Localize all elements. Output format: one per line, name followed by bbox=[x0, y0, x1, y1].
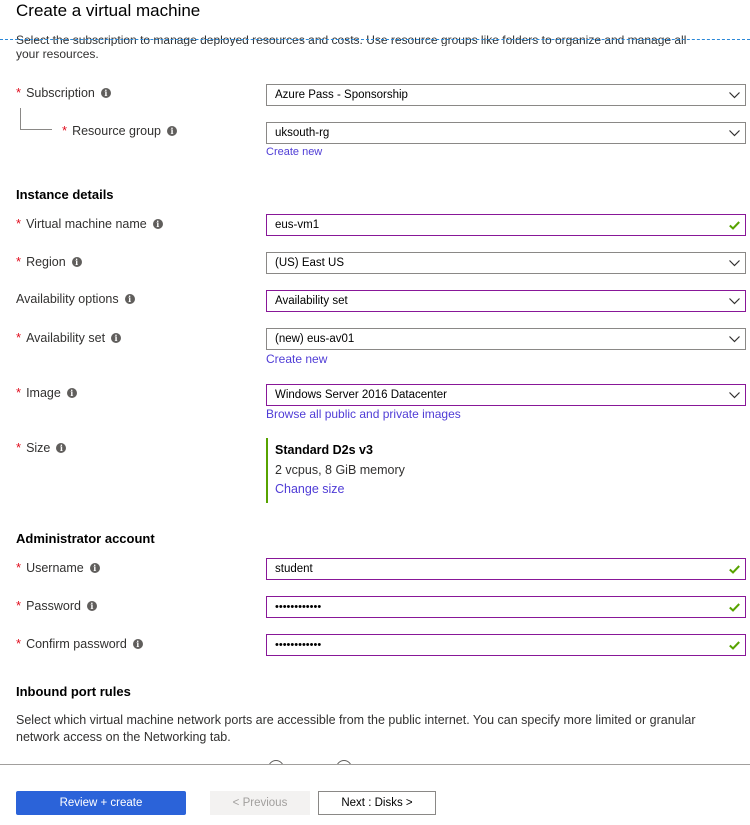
create-vm-page: Create a virtual machine Select the subs… bbox=[0, 0, 750, 825]
subscription-label: * Subscription i bbox=[16, 85, 111, 100]
region-label: * Region i bbox=[16, 254, 82, 269]
username-input[interactable]: student bbox=[266, 558, 746, 580]
required-icon: * bbox=[16, 85, 22, 100]
checkmark-icon bbox=[723, 597, 745, 617]
availability-options-value: Availability set bbox=[275, 295, 348, 307]
availability-options-label-text: Availability options bbox=[16, 292, 119, 306]
resource-group-label: * Resource group i bbox=[62, 123, 178, 138]
required-icon: * bbox=[16, 560, 22, 575]
image-label: * Image i bbox=[16, 385, 77, 400]
availability-set-label: * Availability set i bbox=[16, 330, 122, 345]
confirm-password-value: •••••••••••• bbox=[275, 639, 322, 651]
info-icon[interactable]: i bbox=[111, 332, 122, 343]
vm-name-value: eus-vm1 bbox=[275, 219, 320, 231]
browse-images-link[interactable]: Browse all public and private images bbox=[266, 407, 461, 421]
image-value: Windows Server 2016 Datacenter bbox=[275, 389, 447, 401]
password-label: * Password i bbox=[16, 598, 97, 613]
chevron-down-icon bbox=[723, 329, 745, 349]
subscription-label-text: Subscription bbox=[26, 85, 95, 100]
size-description: 2 vcpus, 8 GiB memory bbox=[275, 463, 405, 477]
checkmark-icon bbox=[723, 635, 745, 655]
next-disks-button[interactable]: Next : Disks > bbox=[318, 791, 436, 815]
create-new-availability-set-link[interactable]: Create new bbox=[266, 352, 327, 366]
chevron-down-icon bbox=[723, 85, 745, 105]
subscription-value: Azure Pass - Sponsorship bbox=[275, 89, 408, 101]
chevron-down-icon bbox=[723, 123, 745, 143]
region-label-text: Region bbox=[26, 254, 66, 269]
size-label-text: Size bbox=[26, 440, 51, 455]
intro-line-2: your resources. bbox=[16, 47, 99, 61]
inbound-port-rules-heading: Inbound port rules bbox=[16, 684, 131, 699]
info-icon[interactable]: i bbox=[132, 638, 143, 649]
chevron-down-icon bbox=[723, 253, 745, 273]
footer-bar: Review + create < Previous Next : Disks … bbox=[0, 764, 750, 825]
image-select[interactable]: Windows Server 2016 Datacenter bbox=[266, 384, 746, 406]
review-create-button[interactable]: Review + create bbox=[16, 791, 186, 815]
info-icon[interactable]: i bbox=[152, 218, 163, 229]
size-summary: Standard D2s v3 2 vcpus, 8 GiB memory Ch… bbox=[266, 438, 566, 503]
password-label-text: Password bbox=[26, 598, 81, 613]
size-name: Standard D2s v3 bbox=[275, 443, 373, 457]
subscription-select[interactable]: Azure Pass - Sponsorship bbox=[266, 84, 746, 106]
inbound-description: Select which virtual machine network por… bbox=[16, 713, 696, 744]
region-select[interactable]: (US) East US bbox=[266, 252, 746, 274]
resource-group-select[interactable]: uksouth-rg bbox=[266, 122, 746, 144]
required-icon: * bbox=[16, 216, 22, 231]
availability-set-label-text: Availability set bbox=[26, 330, 106, 345]
username-label-text: Username bbox=[26, 560, 84, 575]
confirm-password-label: * Confirm password i bbox=[16, 636, 143, 651]
availability-options-select[interactable]: Availability set bbox=[266, 290, 746, 312]
create-new-resource-group-link[interactable]: Create new bbox=[266, 146, 322, 158]
info-icon[interactable]: i bbox=[124, 294, 135, 304]
checkmark-icon bbox=[723, 215, 745, 235]
instance-details-heading: Instance details bbox=[16, 187, 114, 202]
vm-name-input[interactable]: eus-vm1 bbox=[266, 214, 746, 236]
username-value: student bbox=[275, 563, 313, 575]
tree-connector bbox=[20, 108, 52, 130]
info-icon[interactable]: i bbox=[167, 125, 178, 136]
availability-set-value: (new) eus-av01 bbox=[275, 333, 355, 345]
change-size-link[interactable]: Change size bbox=[275, 482, 345, 496]
vm-name-label-text: Virtual machine name bbox=[26, 216, 147, 231]
info-icon[interactable]: i bbox=[89, 562, 100, 573]
size-label: * Size i bbox=[16, 440, 67, 455]
required-icon: * bbox=[16, 598, 22, 613]
chevron-down-icon bbox=[723, 385, 745, 405]
chevron-down-icon bbox=[723, 291, 745, 311]
required-icon: * bbox=[16, 636, 22, 651]
required-icon: * bbox=[16, 254, 22, 269]
info-icon[interactable]: i bbox=[71, 256, 82, 267]
info-icon[interactable]: i bbox=[86, 600, 97, 611]
info-icon[interactable]: i bbox=[100, 87, 111, 98]
vm-name-label: * Virtual machine name i bbox=[16, 216, 163, 231]
required-icon: * bbox=[16, 330, 22, 345]
password-value: •••••••••••• bbox=[275, 601, 322, 613]
intro-text: Select the subscription to manage deploy… bbox=[16, 32, 746, 62]
previous-button[interactable]: < Previous bbox=[210, 791, 310, 815]
administrator-account-heading: Administrator account bbox=[16, 531, 155, 546]
password-input[interactable]: •••••••••••• bbox=[266, 596, 746, 618]
confirm-password-input[interactable]: •••••••••••• bbox=[266, 634, 746, 656]
info-icon[interactable]: i bbox=[66, 387, 77, 398]
username-label: * Username i bbox=[16, 560, 100, 575]
checkmark-icon bbox=[723, 559, 745, 579]
required-icon: * bbox=[16, 440, 22, 455]
availability-options-label: Availability options i bbox=[16, 292, 135, 306]
resource-group-label-text: Resource group bbox=[72, 123, 162, 138]
resource-group-value: uksouth-rg bbox=[275, 127, 330, 139]
page-title: Create a virtual machine bbox=[16, 1, 201, 20]
info-icon[interactable]: i bbox=[56, 442, 67, 453]
required-icon: * bbox=[62, 123, 68, 138]
confirm-password-label-text: Confirm password bbox=[26, 636, 127, 651]
focus-dashed-line bbox=[0, 39, 750, 40]
required-icon: * bbox=[16, 385, 22, 400]
image-label-text: Image bbox=[26, 385, 61, 400]
availability-set-select[interactable]: (new) eus-av01 bbox=[266, 328, 746, 350]
region-value: (US) East US bbox=[275, 257, 345, 269]
